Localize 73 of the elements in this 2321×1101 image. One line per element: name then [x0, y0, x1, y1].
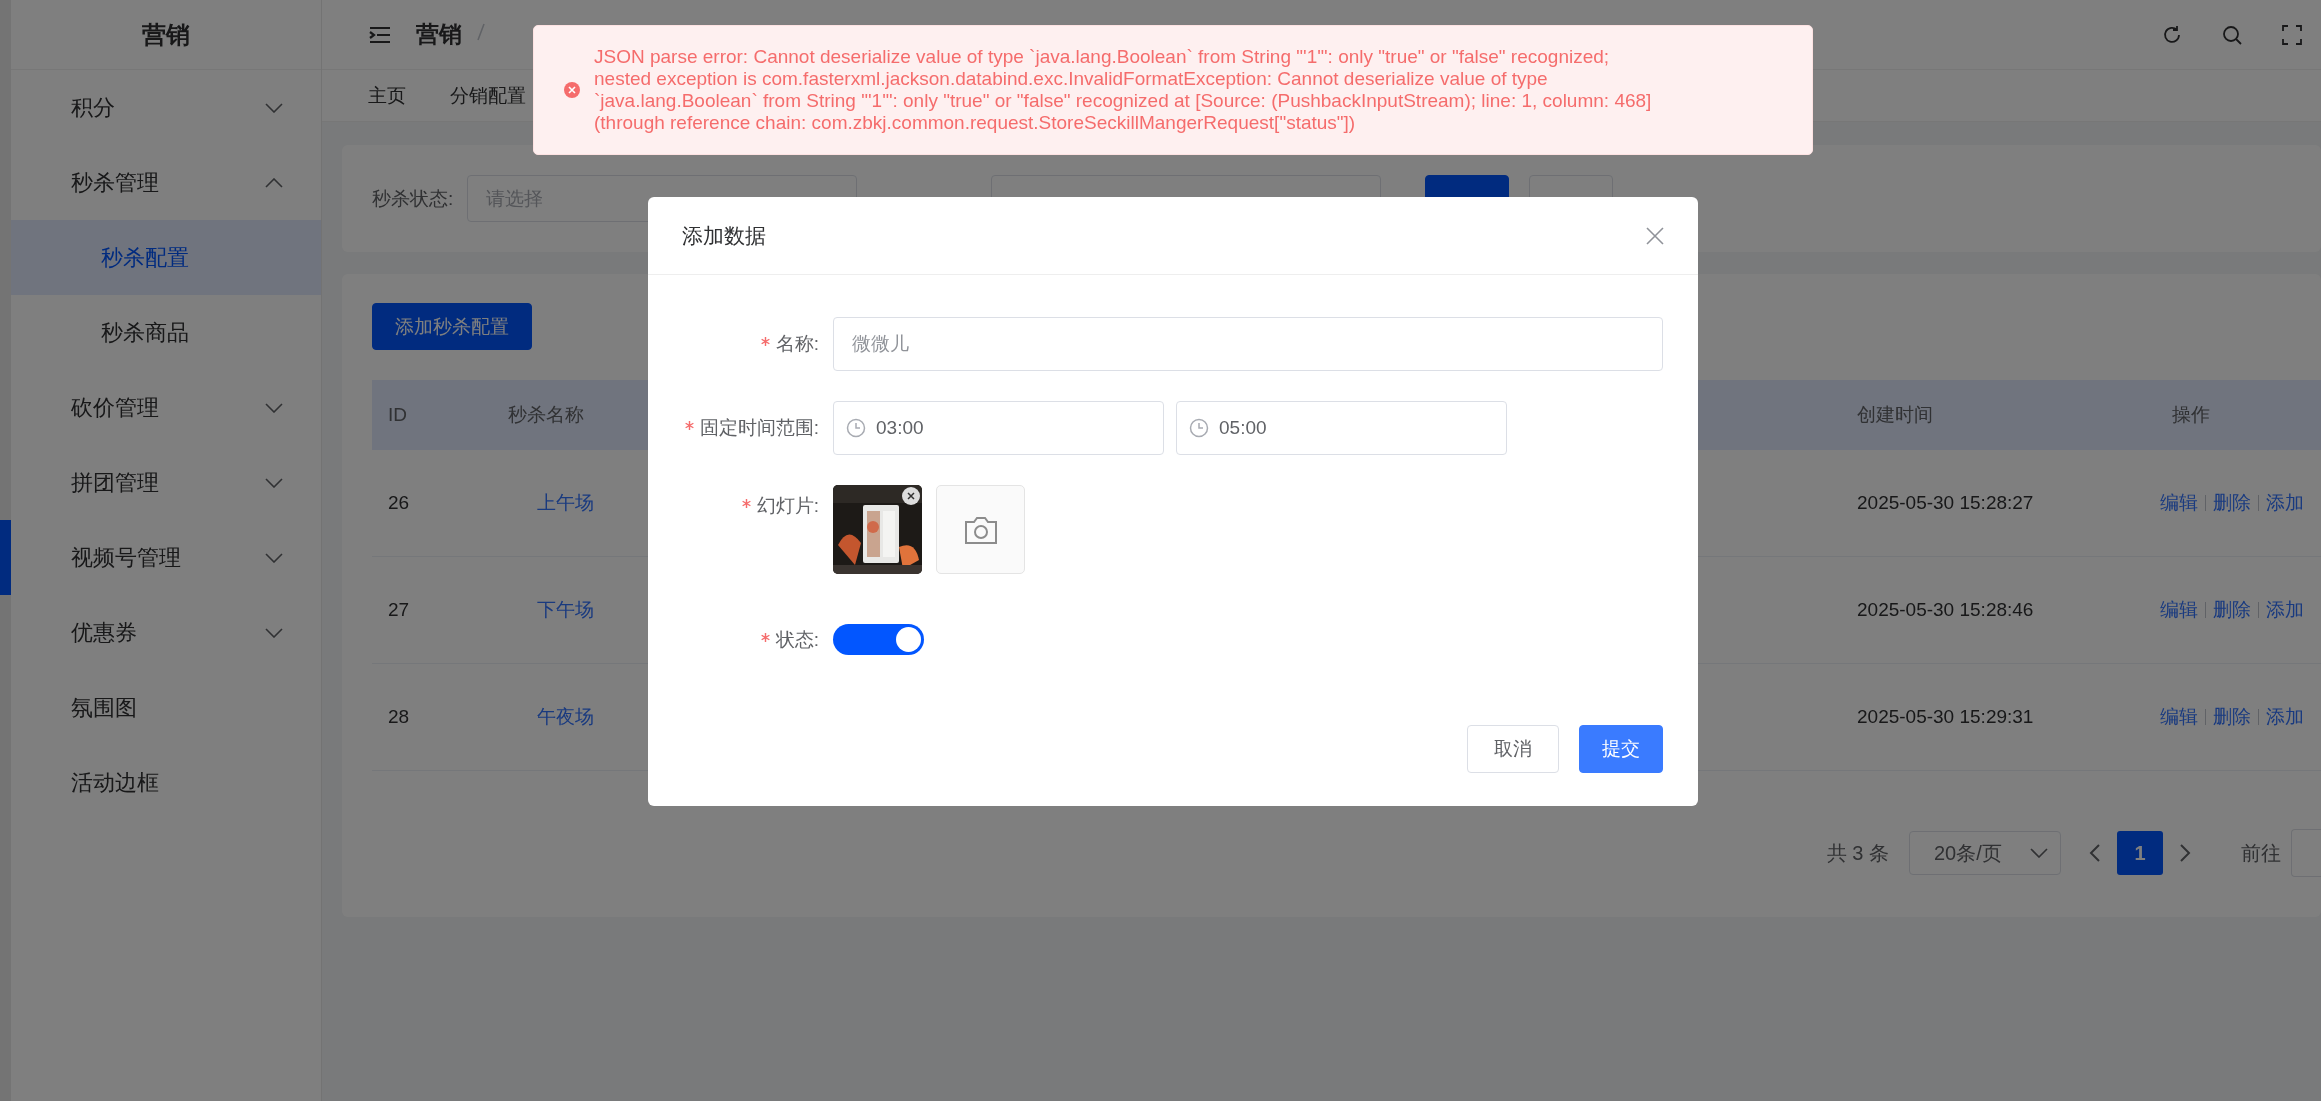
table-cell: 2025-05-30 15:29:31	[1841, 664, 2156, 771]
sidebar-item[interactable]: 活动边框	[11, 745, 321, 820]
action-link[interactable]: 删除	[2213, 597, 2251, 623]
action-link[interactable]: 编辑	[2160, 704, 2198, 730]
action-link[interactable]: 编辑	[2160, 490, 2198, 516]
field-label: 状态:	[648, 618, 833, 661]
action-link[interactable]: 添加	[2266, 597, 2304, 623]
page-number[interactable]: 1	[2117, 831, 2163, 875]
chevron-down-icon	[265, 552, 283, 563]
prev-page-icon[interactable]	[2089, 844, 2101, 862]
camera-icon	[963, 514, 998, 545]
sidebar-item[interactable]: 氛围图	[11, 670, 321, 745]
jump-label: 前往	[2241, 840, 2281, 866]
sidebar-item[interactable]: 秒杀管理	[11, 145, 321, 220]
upload-button[interactable]	[936, 485, 1025, 574]
next-page-icon[interactable]	[2179, 844, 2191, 862]
chevron-down-icon	[265, 102, 283, 113]
name-link[interactable]: 下午场	[537, 597, 594, 623]
sidebar-item[interactable]: 视频号管理	[11, 520, 321, 595]
chevron-down-icon	[265, 627, 283, 638]
clock-icon	[846, 418, 866, 438]
action-link[interactable]: 删除	[2213, 704, 2251, 730]
chevron-down-icon	[265, 477, 283, 488]
submit-button[interactable]: 提交	[1579, 725, 1663, 773]
column-header: 创建时间	[1841, 380, 2156, 450]
column-header: 操作	[2156, 380, 2321, 450]
sidebar-subitem[interactable]: 秒杀商品	[11, 295, 321, 370]
field-label: 幻灯片:	[648, 485, 833, 527]
table-cell: 28	[372, 664, 492, 771]
name-link[interactable]: 上午场	[537, 490, 594, 516]
error-icon	[564, 82, 580, 98]
table-cell: 2025-05-30 15:28:27	[1841, 450, 2156, 557]
action-link[interactable]: 添加	[2266, 704, 2304, 730]
dialog-title: 添加数据	[682, 222, 766, 249]
fullscreen-icon[interactable]	[2281, 23, 2303, 46]
breadcrumb-item: 营销	[416, 20, 462, 49]
action-link[interactable]: 删除	[2213, 490, 2251, 516]
sidebar-item[interactable]: 砍价管理	[11, 370, 321, 445]
chevron-down-icon	[2030, 848, 2048, 858]
page-tab[interactable]: 主页	[368, 82, 406, 109]
action-link[interactable]: 添加	[2266, 490, 2304, 516]
chevron-up-icon	[265, 177, 283, 188]
field-label: 秒杀状态:	[372, 186, 454, 211]
search-icon[interactable]	[2221, 23, 2243, 46]
chevron-down-icon	[265, 402, 283, 413]
table-cell: 26	[372, 450, 492, 557]
name-link[interactable]: 午夜场	[537, 704, 594, 730]
total-count: 共 3 条	[1826, 840, 1889, 866]
field-label: 名称:	[648, 317, 833, 371]
column-header: ID	[372, 380, 492, 450]
end-time-field[interactable]: 05:00	[1176, 401, 1507, 455]
add-button[interactable]: 添加秒杀配置	[372, 303, 532, 350]
page-size-select[interactable]: 20条/页	[1909, 831, 2061, 875]
menu-icon[interactable]	[368, 24, 392, 45]
cancel-button[interactable]: 取消	[1467, 725, 1559, 773]
side-handle[interactable]	[0, 520, 11, 595]
sidebar-item[interactable]: 优惠券	[11, 595, 321, 670]
table-cell: 2025-05-30 15:28:46	[1841, 557, 2156, 664]
close-icon[interactable]	[1646, 226, 1664, 245]
error-text: JSON parse error: Cannot deserialize value of type `java.lang.Boolean` from String "'1'": only "true" or "false" recognized; nested exception is com.fasterxml.jackson.databind.exc.InvalidFormatException: Cannot deserialize value of type `java.lang.Boolean` from String "'1'": only "true" or "false" recognized at [Source: (PushbackInputStream); line: 1, column: 468] (through reference chain: com.zbkj.common.request.StoreSeckillMangerRequest["status"])	[594, 46, 1652, 134]
breadcrumb-separator	[476, 22, 486, 42]
sidebar-item[interactable]: 拼团管理	[11, 445, 321, 520]
sidebar-item[interactable]: 积分	[11, 70, 321, 145]
start-time-field[interactable]: 03:00	[833, 401, 1164, 455]
sidebar-subitem[interactable]: 秒杀配置	[11, 220, 321, 295]
sidebar-title: 营销	[11, 0, 321, 70]
page-tab[interactable]: 分销配置	[450, 82, 526, 109]
clock-icon	[1189, 418, 1209, 438]
refresh-icon[interactable]	[2161, 23, 2183, 46]
table-cell: 27	[372, 557, 492, 664]
status-switch[interactable]	[833, 624, 924, 655]
action-link[interactable]: 编辑	[2160, 597, 2198, 623]
name-field[interactable]: 微微儿	[833, 317, 1663, 371]
